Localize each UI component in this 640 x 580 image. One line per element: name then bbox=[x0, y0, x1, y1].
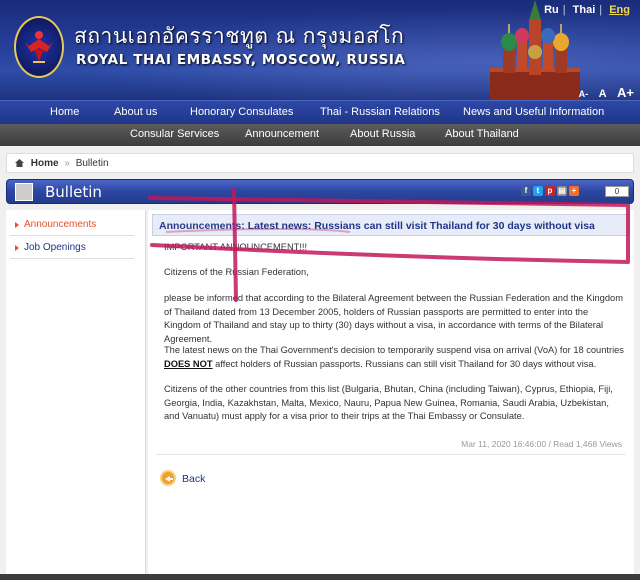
article-paragraph-countries: Citizens of the other countries from thi… bbox=[164, 384, 613, 421]
article-header: Announcements: Latest news: Russians can… bbox=[152, 214, 630, 236]
voa-emphasis: DOES NOT bbox=[164, 358, 213, 369]
footer-bar bbox=[0, 574, 640, 580]
garuda-emblem-icon[interactable] bbox=[14, 16, 64, 78]
font-decrease-button[interactable]: A- bbox=[579, 89, 589, 99]
sidebar-item-label: Announcements bbox=[24, 219, 97, 230]
home-icon bbox=[15, 159, 24, 167]
lang-thai[interactable]: Thai bbox=[573, 4, 596, 16]
breadcrumb-home[interactable]: Home bbox=[31, 158, 59, 169]
font-increase-button[interactable]: A+ bbox=[617, 85, 634, 100]
english-site-title: ROYAL THAI EMBASSY, MOSCOW, RUSSIA bbox=[76, 52, 406, 68]
sidebar-item-announcements[interactable]: Announcements bbox=[10, 214, 134, 236]
article-meta: Mar 11, 2020 16:46:00 / Read 1,468 Views bbox=[461, 439, 622, 449]
section-title: Bulletin bbox=[45, 183, 102, 201]
site-header: สถานเอกอัครราชทูต ณ กรุงมอสโก ROYAL THAI… bbox=[0, 0, 640, 100]
nav-about-us[interactable]: About us bbox=[114, 106, 157, 118]
garuda-icon bbox=[25, 31, 53, 63]
nav-home[interactable]: Home bbox=[50, 106, 79, 118]
nav-about-thailand[interactable]: About Thailand bbox=[445, 128, 519, 140]
section-title-bar: Bulletin f t p ▤ + 0 bbox=[6, 179, 634, 204]
back-button[interactable]: Back bbox=[160, 470, 205, 486]
article-panel: Announcements: Latest news: Russians can… bbox=[148, 210, 634, 580]
article-paragraph-voa: The latest news on the Thai Government's… bbox=[164, 344, 624, 371]
sidebar-item-label: Job Openings bbox=[24, 242, 86, 253]
section-avatar-icon bbox=[15, 183, 33, 201]
back-label: Back bbox=[182, 473, 206, 485]
addthis-share-icon[interactable]: + bbox=[569, 186, 579, 196]
twitter-share-icon[interactable]: t bbox=[533, 186, 543, 196]
secondary-nav: Consular Services Announcement About Rus… bbox=[0, 124, 640, 146]
article-category[interactable]: Announcements bbox=[159, 220, 241, 232]
bullet-arrow-icon bbox=[15, 245, 19, 251]
back-arrow-icon bbox=[160, 470, 176, 486]
sidebar-item-job-openings[interactable]: Job Openings bbox=[10, 237, 134, 259]
divider bbox=[156, 454, 626, 455]
language-switcher: Ru | Thai | Eng bbox=[544, 4, 630, 16]
article-paragraph: please be informed that according to the… bbox=[164, 293, 623, 344]
article-intro: IMPORTANT ANNOUNCEMENT!!! bbox=[164, 242, 308, 252]
primary-nav: Home About us Honorary Consulates Thai -… bbox=[0, 100, 640, 124]
article-headline: Latest news: Russians can still visit Th… bbox=[247, 220, 595, 232]
breadcrumb-current: Bulletin bbox=[75, 158, 109, 169]
thai-site-title: สถานเอกอัครราชทูต ณ กรุงมอสโก bbox=[74, 24, 405, 48]
lang-eng[interactable]: Eng bbox=[609, 4, 630, 16]
facebook-share-icon[interactable]: f bbox=[521, 186, 531, 196]
lang-ru[interactable]: Ru bbox=[544, 4, 559, 16]
nav-thai-russian-relations[interactable]: Thai - Russian Relations bbox=[320, 106, 440, 118]
voa-text-a: The latest news on the Thai Government's… bbox=[164, 345, 624, 355]
pinterest-share-icon[interactable]: p bbox=[545, 186, 555, 196]
bullet-arrow-icon bbox=[15, 222, 19, 228]
breadcrumb: Home » Bulletin bbox=[6, 153, 634, 173]
nav-consular-services[interactable]: Consular Services bbox=[130, 128, 219, 140]
share-counter: 0 bbox=[605, 186, 629, 197]
nav-about-russia[interactable]: About Russia bbox=[350, 128, 415, 140]
nav-honorary-consulates[interactable]: Honorary Consulates bbox=[190, 106, 293, 118]
voa-text-b: affect holders of Russian passports. Rus… bbox=[215, 358, 597, 369]
font-size-controls: A- A A+ bbox=[573, 84, 634, 100]
breadcrumb-separator-icon: » bbox=[64, 158, 70, 169]
article-greeting: Citizens of the Russian Federation, bbox=[164, 267, 309, 277]
print-share-icon[interactable]: ▤ bbox=[557, 186, 567, 196]
left-sidebar: Announcements Job Openings bbox=[6, 210, 146, 580]
nav-announcement[interactable]: Announcement bbox=[245, 128, 319, 140]
nav-news-useful-information[interactable]: News and Useful Information bbox=[463, 106, 604, 118]
font-normal-button[interactable]: A bbox=[599, 88, 607, 100]
